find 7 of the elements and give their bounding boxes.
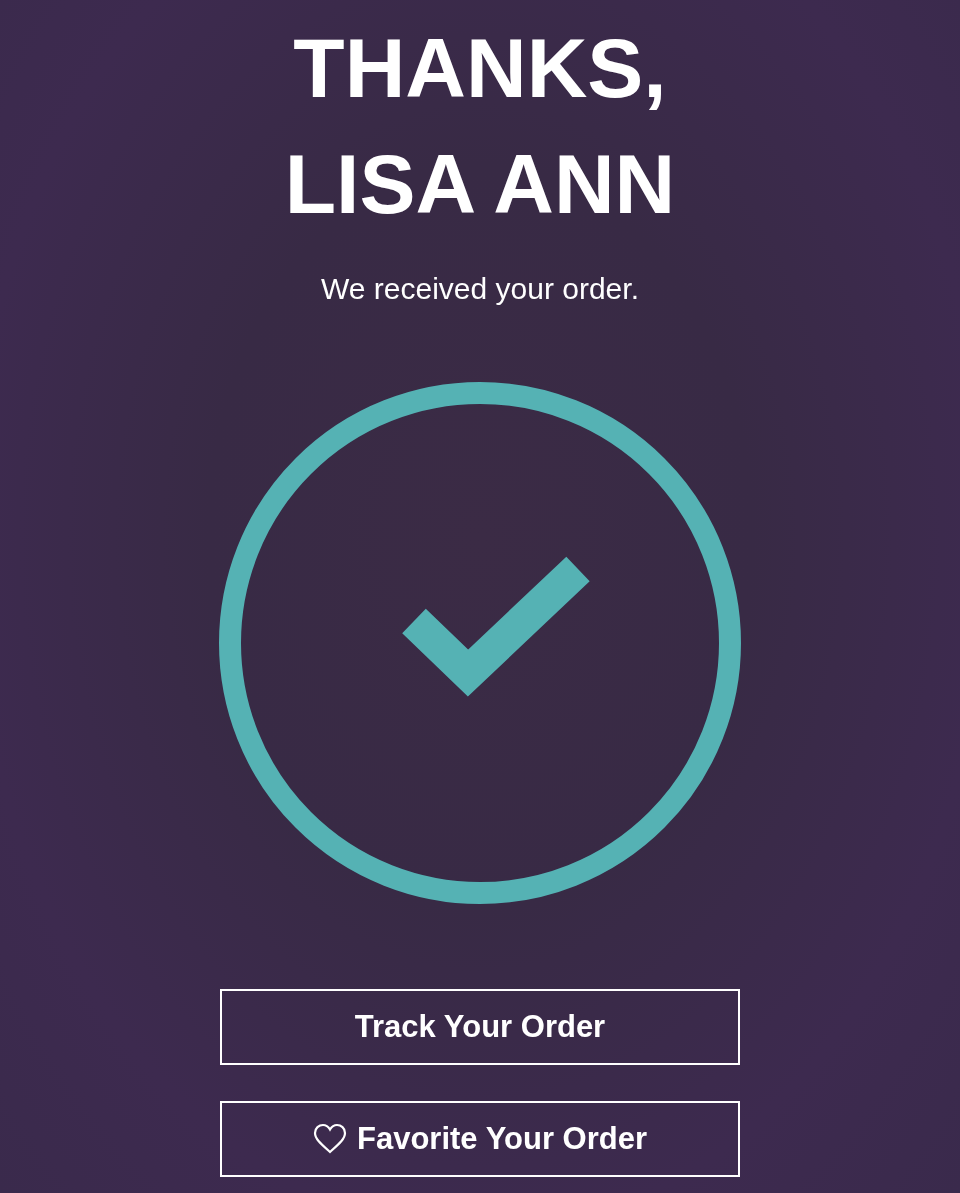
heading-line: LISA ANN: [284, 136, 676, 233]
order-button[interactable]: Track Your Order: [220, 989, 740, 1065]
checkmark-circle-icon: [218, 381, 742, 905]
order-button[interactable]: Favorite Your Order: [220, 1101, 740, 1177]
heart-icon: [313, 1123, 347, 1155]
confirmation-message: We received your order.: [321, 272, 639, 306]
heading-line: THANKS,: [293, 20, 667, 117]
